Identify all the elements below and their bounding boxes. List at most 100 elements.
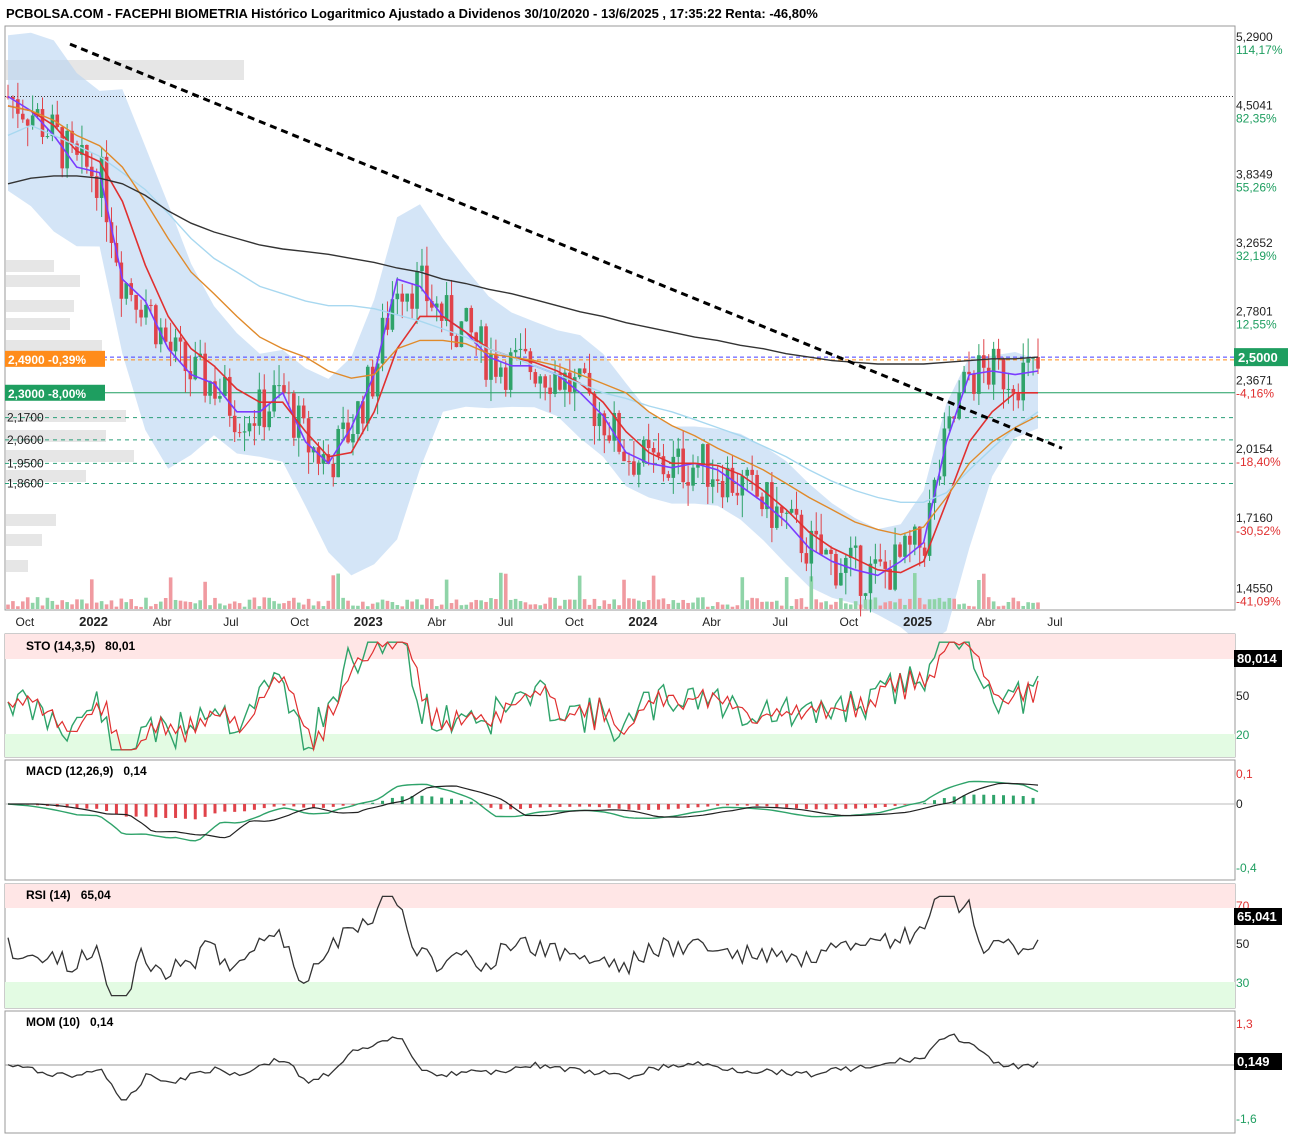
macd-hist-bar — [735, 804, 739, 806]
macd-hist-bar — [144, 804, 148, 817]
macd-hist-bar — [775, 804, 779, 807]
candle-body — [839, 572, 843, 586]
volume-bar — [375, 602, 380, 609]
volume-bar — [326, 600, 331, 609]
volume-bar — [331, 575, 336, 609]
volume-bar — [508, 599, 513, 609]
volume-bar — [168, 577, 173, 609]
sto-level-50: 50 — [1236, 689, 1250, 703]
macd-hist-bar — [992, 794, 996, 804]
time-tick: Jul — [223, 615, 238, 629]
volume-bar — [494, 599, 498, 609]
volume-bar — [321, 606, 326, 609]
macd-hist-bar — [499, 804, 503, 810]
volume-bar — [385, 600, 390, 609]
volume-bar — [770, 601, 774, 609]
candle-body — [597, 413, 602, 427]
macd-hist-bar — [459, 800, 463, 804]
macd-hist-bar — [686, 804, 690, 808]
sto-value: 80,01 — [105, 639, 135, 653]
candle-body — [469, 307, 474, 333]
macd-hist-bar — [617, 804, 621, 809]
candle-body — [834, 553, 838, 586]
volume-bar — [154, 603, 158, 609]
volume-bar — [991, 601, 996, 609]
candle-body — [725, 467, 730, 498]
volume-bar — [316, 601, 321, 609]
candle-body — [789, 508, 794, 513]
time-tick: Oct — [290, 615, 309, 629]
candle-body — [479, 326, 483, 344]
volume-bar — [632, 598, 636, 609]
mom-box: 0,149 — [1237, 1054, 1270, 1069]
mom-level-bottom: -1,6 — [1236, 1112, 1257, 1126]
volume-bar — [139, 606, 143, 609]
candle-body — [986, 367, 991, 385]
volume-bar — [814, 599, 819, 609]
macd-hist-bar — [400, 796, 404, 804]
volume-bar — [99, 601, 104, 609]
volume-bar — [513, 598, 518, 609]
volume-bar — [794, 599, 799, 609]
sto-label: STO (14,3,5) — [26, 639, 95, 653]
volume-bar — [1036, 602, 1040, 609]
volume-bar — [370, 603, 375, 609]
volume-bar — [612, 599, 616, 609]
macd-hist-bar — [519, 804, 523, 809]
macd-hist-bar — [804, 804, 808, 809]
support-level-label: 2,1700 — [7, 411, 44, 425]
volume-bar — [227, 603, 232, 609]
candle-body — [824, 549, 828, 555]
volume-bar — [888, 601, 892, 609]
candle-body — [232, 415, 237, 433]
candle-body — [548, 387, 552, 394]
volume-bar — [518, 601, 523, 609]
volume-profile-bar — [6, 514, 56, 526]
macd-hist-bar — [420, 795, 424, 804]
time-tick: Jul — [498, 615, 513, 629]
volume-bar — [622, 579, 626, 609]
candle-body — [518, 348, 523, 350]
price-axis: 5,2900114,17% 4,504182,35% 3,834955,26% 3,2… — [1234, 30, 1288, 608]
candle-body — [878, 559, 883, 562]
volume-bar — [80, 599, 84, 609]
volume-bar — [311, 605, 316, 609]
volume-bar — [824, 601, 828, 609]
mom-label: MOM (10) — [26, 1015, 80, 1029]
volume-bar — [272, 601, 276, 609]
sto-box: 80,014 — [1237, 651, 1278, 666]
candle-body — [464, 307, 469, 322]
volume-bar — [405, 599, 409, 609]
macd-hist-bar — [105, 804, 109, 812]
candle-body — [30, 115, 35, 126]
macd-hist-bar — [933, 800, 937, 804]
macd-hist-bar — [814, 804, 818, 810]
macd-hist-bar — [755, 804, 759, 806]
macd-hist-bar — [203, 804, 207, 817]
volume-bar — [735, 605, 740, 609]
price-tick: 2,0154 — [1236, 442, 1273, 456]
candle-body — [503, 367, 508, 390]
candle-body — [223, 376, 227, 397]
volume-bar — [666, 604, 671, 609]
candle-body — [641, 439, 646, 463]
candle-body — [947, 416, 952, 429]
candle-body — [252, 423, 257, 426]
volume-bar — [193, 603, 198, 609]
volume-bar — [602, 600, 607, 609]
volume-bar — [1026, 602, 1030, 609]
candle-body — [898, 544, 902, 557]
volume-bar — [572, 599, 577, 609]
volume-profile-bar — [6, 260, 54, 272]
macd-hist-bar — [1002, 795, 1006, 804]
volume-bar — [454, 599, 459, 609]
candle-body — [543, 376, 547, 388]
candle-body — [996, 348, 1001, 359]
volume-bar — [1011, 597, 1016, 609]
volume-bar — [60, 600, 65, 609]
candle-body — [242, 431, 247, 433]
candle-body — [341, 422, 345, 429]
candle-body — [799, 514, 804, 554]
candle-body — [710, 479, 715, 487]
volume-bar — [262, 597, 267, 609]
